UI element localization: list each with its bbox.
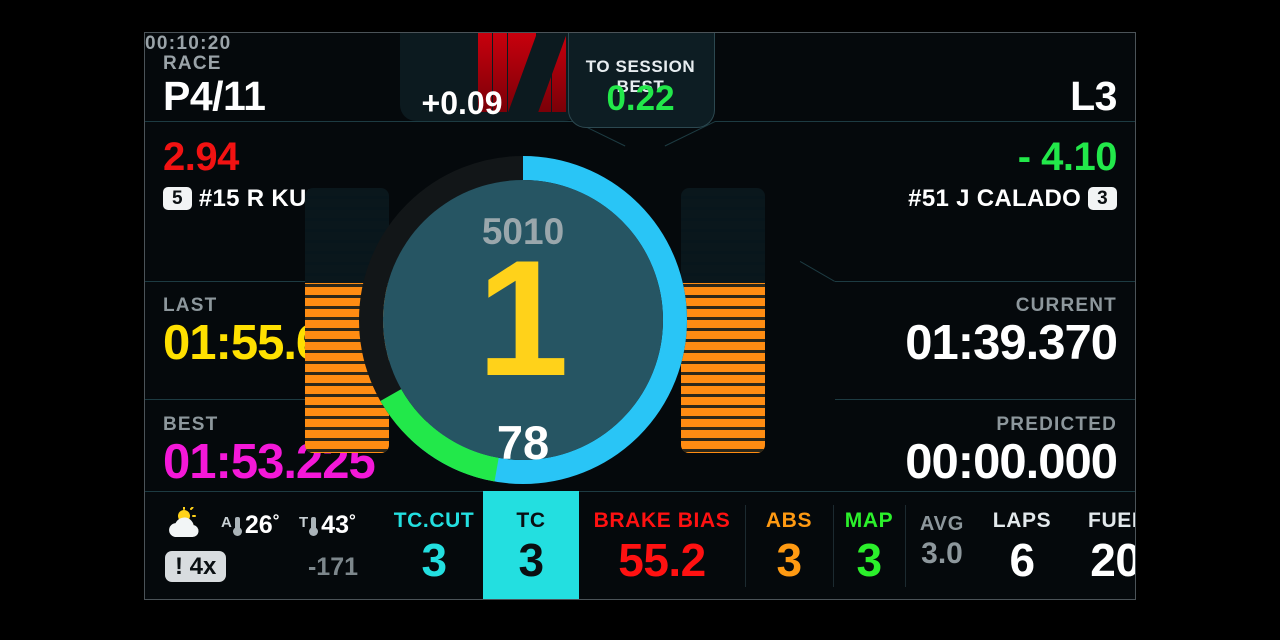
rival-ahead-gap: 2.94 bbox=[163, 135, 239, 179]
track-temperature: T 43° bbox=[299, 511, 356, 540]
fuel-cell: FUEL (L) 20.5 bbox=[1065, 491, 1136, 599]
setting-label: BRAKE BIAS bbox=[593, 509, 731, 532]
avg-value: 3.0 bbox=[921, 537, 963, 570]
current-lap-value: 01:39.370 bbox=[905, 316, 1118, 370]
last-lap-label: LAST bbox=[163, 295, 218, 316]
weather-group: A 26° T 43° ! 4x -171 bbox=[153, 491, 383, 599]
laps-value: 6 bbox=[1009, 534, 1035, 586]
setting-cell-tc[interactable]: TC 3 bbox=[483, 491, 579, 599]
setting-cell-map[interactable]: MAP 3 bbox=[833, 491, 905, 599]
fuel-value: 20.5 bbox=[1090, 534, 1136, 586]
right-temp-bar bbox=[681, 188, 765, 453]
delta-value: +0.09 bbox=[421, 85, 503, 121]
air-temperature: A 26° bbox=[221, 511, 279, 540]
best-lap-label: BEST bbox=[163, 414, 219, 435]
divider-top-right bbox=[715, 121, 1135, 122]
rival-behind-name: #51 J CALADO bbox=[908, 185, 1082, 212]
rival-behind-info: #51 J CALADO 3 bbox=[908, 185, 1117, 213]
setting-label: ABS bbox=[765, 509, 813, 532]
racing-dashboard: RACE P4/11 00:10:20 L3 +0.09 TO SESSION … bbox=[144, 32, 1136, 600]
setting-value: 3 bbox=[421, 534, 447, 586]
air-temp-value: 26 bbox=[244, 511, 273, 539]
setting-cell-brake-bias[interactable]: BRAKE BIAS 55.2 bbox=[579, 491, 745, 599]
setting-value: 55.2 bbox=[618, 534, 706, 586]
air-temp-unit: ° bbox=[272, 511, 280, 530]
setting-cell-tc-cut[interactable]: TC.CUT 3 bbox=[385, 491, 483, 599]
thermometer-icon bbox=[232, 517, 242, 536]
avg-label: AVG bbox=[919, 513, 965, 535]
fuel-label: FUEL (L) bbox=[1088, 509, 1135, 532]
rival-behind-gap: - 4.10 bbox=[1017, 135, 1118, 179]
avg-stint-cell: AVG 3.0 bbox=[905, 491, 979, 599]
predicted-lap-label: PREDICTED bbox=[996, 414, 1117, 435]
laps-label: LAPS bbox=[992, 509, 1052, 532]
divider-mid-right bbox=[835, 281, 1135, 282]
to-session-best-value: 0.22 bbox=[606, 79, 675, 118]
header-band: RACE P4/11 00:10:20 L3 +0.09 TO SESSION … bbox=[145, 33, 1135, 128]
right-temp-bar-stripes bbox=[681, 188, 765, 453]
setting-label: TC bbox=[516, 509, 546, 532]
setting-label: TC.CUT bbox=[393, 509, 475, 532]
setting-cell-abs[interactable]: ABS 3 bbox=[745, 491, 833, 599]
current-lap-block: CURRENT 01:39.370 bbox=[795, 289, 1135, 387]
setting-value: 3 bbox=[518, 534, 544, 586]
rival-behind: - 4.10 #51 J CALADO 3 bbox=[795, 129, 1135, 212]
cell-divider bbox=[745, 505, 746, 587]
thermometer-icon bbox=[309, 517, 319, 536]
penalty-badge: ! 4x bbox=[165, 551, 227, 582]
setting-value: 3 bbox=[856, 534, 882, 586]
laps-cell: LAPS 6 bbox=[979, 491, 1065, 599]
setting-value: 3 bbox=[776, 534, 802, 586]
predicted-lap-value: 00:00.000 bbox=[905, 435, 1118, 489]
fuel-delta-value: -171 bbox=[307, 553, 359, 581]
divider-low-right bbox=[835, 399, 1135, 400]
lap-counter: L3 bbox=[1070, 73, 1117, 119]
speed-value: 78 bbox=[496, 416, 550, 469]
current-lap-label: CURRENT bbox=[1015, 295, 1117, 316]
track-temp-unit: ° bbox=[348, 511, 356, 530]
rival-behind-position-badge: 3 bbox=[1088, 187, 1117, 210]
rival-ahead-position-badge: 5 bbox=[163, 187, 192, 210]
divider-mid-right-angled bbox=[799, 261, 835, 282]
track-temp-value: 43 bbox=[321, 511, 349, 539]
cell-divider bbox=[833, 505, 834, 587]
air-temp-prefix: A bbox=[221, 514, 232, 531]
track-temp-prefix: T bbox=[299, 514, 309, 531]
bottom-bar: A 26° T 43° ! 4x -171 TC.CUT 3 TC 3 BRAKE … bbox=[145, 491, 1135, 599]
race-label: RACE bbox=[163, 53, 222, 74]
gear-value: 1 bbox=[477, 226, 569, 410]
setting-label: MAP bbox=[844, 509, 894, 532]
sun-behind-cloud-icon bbox=[169, 507, 199, 538]
race-position: P4/11 bbox=[163, 73, 266, 119]
